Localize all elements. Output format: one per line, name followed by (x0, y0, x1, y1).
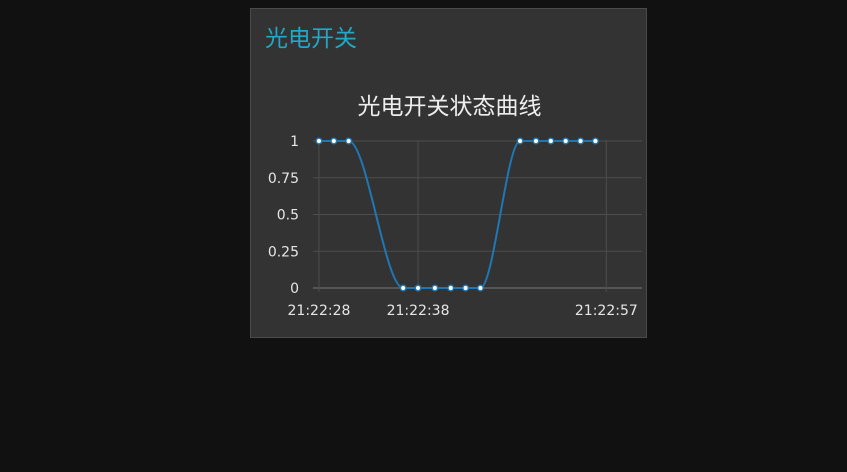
x-tick-label: 21:22:57 (575, 303, 638, 319)
data-point (447, 284, 455, 292)
data-point (516, 137, 524, 145)
data-point (399, 284, 407, 292)
data-point (345, 137, 353, 145)
data-point (577, 137, 585, 145)
photoelectric-switch-card: 光电开关 光电开关状态曲线 1 0.75 0.5 0.25 0 21:22:28 21:22… (250, 8, 647, 338)
data-point (547, 137, 555, 145)
y-tick-label: 0.75 (268, 171, 299, 187)
y-tick-label: 0.25 (268, 244, 299, 260)
switch-status-chart: 1 0.75 0.5 0.25 0 21:22:28 21:22:38 21:22:57 (268, 134, 642, 319)
x-tick-label: 21:22:28 (288, 303, 351, 319)
y-tick-label: 0.5 (277, 208, 299, 224)
data-point (431, 284, 439, 292)
data-point (532, 137, 540, 145)
y-tick-label: 1 (290, 134, 299, 150)
y-tick-label: 0 (290, 281, 299, 297)
data-point (562, 137, 570, 145)
data-point (414, 284, 422, 292)
x-tick-label: 21:22:38 (387, 303, 450, 319)
data-point (591, 137, 599, 145)
data-point (330, 137, 338, 145)
data-point (315, 137, 323, 145)
data-point (462, 284, 470, 292)
data-point (476, 284, 484, 292)
